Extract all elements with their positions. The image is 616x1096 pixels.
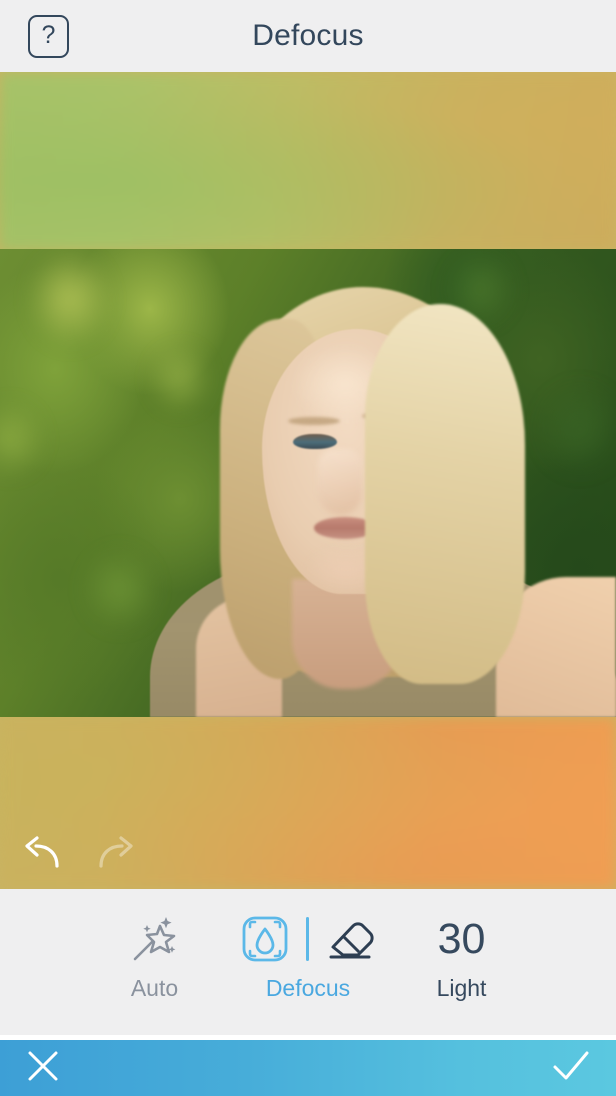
- close-x-icon: [28, 1051, 58, 1080]
- redo-button[interactable]: [90, 826, 144, 880]
- edited-photo[interactable]: [0, 249, 616, 717]
- redo-arrow-icon: [99, 836, 133, 868]
- tool-light-label: Light: [436, 975, 487, 1001]
- app-header: ? Defocus: [0, 0, 616, 72]
- photo-canvas[interactable]: [0, 72, 616, 889]
- tool-auto-label: Auto: [130, 975, 179, 1001]
- undo-arrow-icon: [25, 836, 59, 868]
- slider-row: [0, 818, 616, 888]
- subject-hair-right: [365, 304, 525, 684]
- magic-wand-icon: [129, 911, 181, 967]
- brush-size-value: 30: [438, 911, 486, 967]
- action-bar: [0, 1040, 616, 1096]
- tool-divider: [305, 917, 309, 961]
- undo-button[interactable]: [14, 826, 68, 880]
- tool-auto[interactable]: Auto: [89, 889, 221, 1002]
- subject-eyebrow-left: [288, 417, 340, 425]
- tool-defocus-label: Defocus: [265, 975, 351, 1001]
- letterbox-band-top: [0, 72, 616, 260]
- cancel-button[interactable]: [26, 1049, 60, 1088]
- subject-nose: [318, 449, 362, 515]
- tool-light[interactable]: 30 Light: [396, 889, 528, 1002]
- subject-eye-left: [293, 434, 337, 449]
- tool-defocus[interactable]: Defocus: [221, 889, 396, 1002]
- defocus-editor-screen: ? Defocus Auto Defocus 30 Light: [0, 0, 616, 1096]
- defocus-droplet-icon[interactable]: [240, 914, 290, 964]
- brush-size-number: 30: [437, 915, 486, 963]
- checkmark-icon: [553, 1051, 589, 1079]
- tool-bar: Auto Defocus 30 Light: [0, 889, 616, 1035]
- eraser-icon[interactable]: [325, 914, 377, 964]
- page-title: Defocus: [252, 19, 364, 52]
- confirm-button[interactable]: [552, 1050, 590, 1087]
